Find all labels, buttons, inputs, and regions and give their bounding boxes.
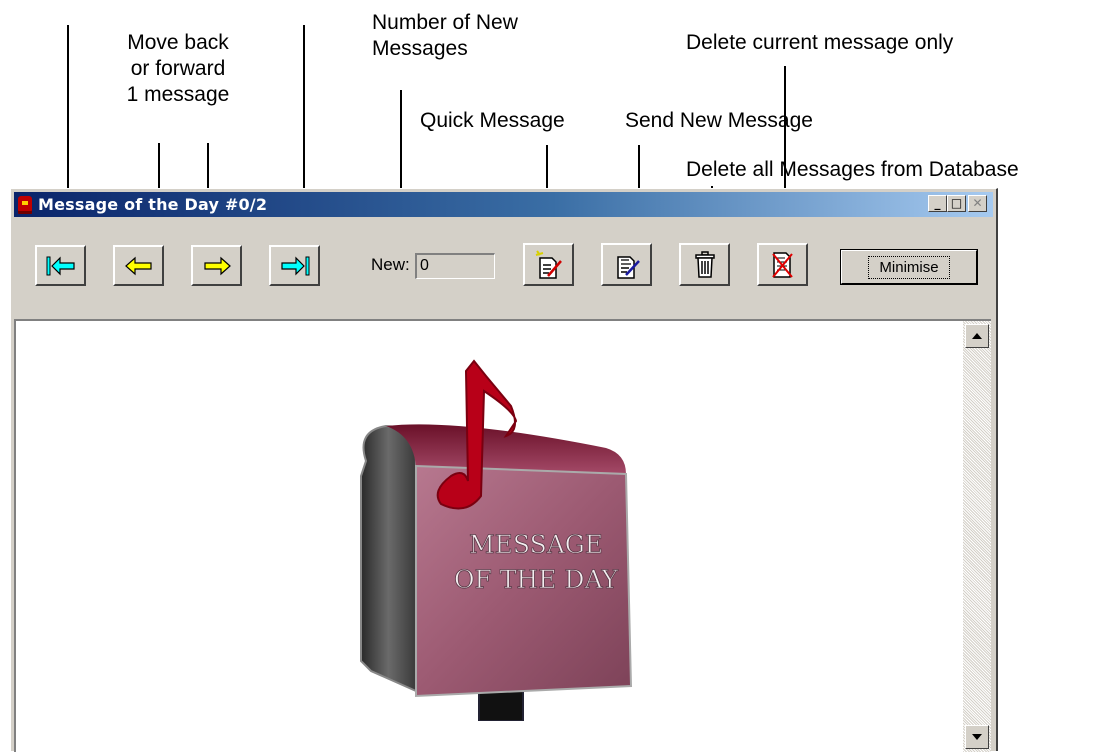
next-message-icon — [203, 256, 231, 275]
send-new-message-icon — [616, 255, 640, 279]
annotation-delete-current: Delete current message only — [686, 31, 954, 54]
maximize-window-button[interactable]: □ — [947, 195, 966, 212]
message-content-area[interactable]: MESSAGE OF THE DAY — [14, 319, 991, 752]
scroll-down-button[interactable] — [965, 725, 989, 749]
new-count-field: 0 — [415, 253, 495, 279]
annotation-line: 1 message — [126, 83, 230, 106]
send-new-message-button[interactable] — [601, 243, 652, 286]
annotation-line: Move back — [127, 31, 229, 54]
last-message-button[interactable] — [269, 245, 320, 286]
first-message-icon — [46, 256, 75, 275]
minimise-button[interactable]: Minimise — [840, 249, 978, 285]
trash-icon — [694, 250, 715, 278]
annotation-quick-message: Quick Message — [420, 109, 565, 132]
annotation-line: or forward — [130, 57, 226, 80]
annotation-line: Messages — [372, 37, 468, 60]
mailbox-text-line1: MESSAGE — [469, 530, 603, 559]
next-message-button[interactable] — [191, 245, 242, 286]
annotation-line: Number of New — [372, 11, 518, 34]
delete-current-message-button[interactable] — [757, 243, 808, 286]
annotation-new-messages-count: Number of New Messages — [372, 10, 518, 62]
window-controls: _ □ ✕ — [928, 195, 987, 212]
quick-message-icon — [535, 249, 562, 279]
vertical-scrollbar[interactable] — [963, 321, 991, 752]
mailbox-text-line2: OF THE DAY — [454, 565, 619, 594]
close-window-button[interactable]: ✕ — [968, 195, 987, 212]
previous-message-icon — [124, 256, 152, 275]
title-bar[interactable]: Message of the Day #0/2 _ □ ✕ — [14, 192, 993, 217]
delete-all-messages-button[interactable] — [679, 243, 730, 286]
quick-message-button[interactable] — [523, 243, 574, 286]
minimise-button-label: Minimise — [868, 255, 950, 279]
new-count-label: New: — [371, 255, 410, 274]
window-title: Message of the Day #0/2 — [38, 195, 268, 214]
scroll-down-arrow-icon — [972, 734, 982, 740]
previous-message-button[interactable] — [113, 245, 164, 286]
last-message-icon — [280, 256, 309, 275]
first-message-button[interactable] — [35, 245, 86, 286]
scroll-up-button[interactable] — [965, 324, 989, 348]
minimize-window-button[interactable]: _ — [928, 195, 947, 212]
toolbar: New: 0 Minimise — [11, 217, 999, 286]
annotation-delete-all: Delete all Messages from Database — [686, 158, 1019, 181]
scroll-up-arrow-icon — [972, 333, 982, 339]
message-of-the-day-window: Message of the Day #0/2 _ □ ✕ New: 0 Min… — [10, 188, 999, 752]
mailbox-app-icon — [18, 195, 32, 214]
message-of-the-day-mailbox-image: MESSAGE OF THE DAY — [360, 359, 633, 721]
delete-message-icon — [771, 251, 793, 278]
annotation-move-back-forward: Move back or forward 1 message — [108, 30, 248, 108]
